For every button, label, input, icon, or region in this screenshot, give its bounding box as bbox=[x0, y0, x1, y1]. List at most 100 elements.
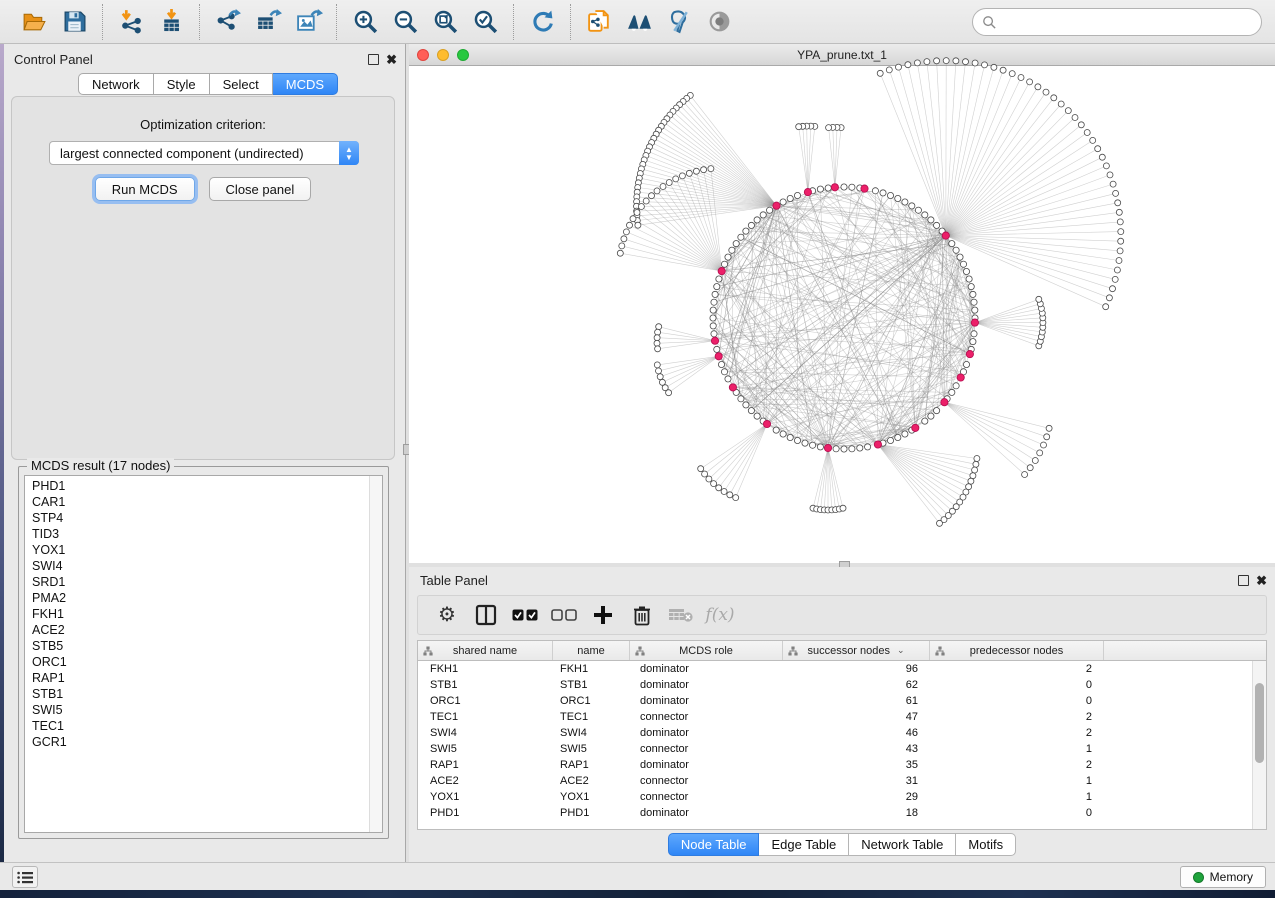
open-button[interactable] bbox=[14, 5, 54, 39]
show-details-icon bbox=[706, 8, 733, 35]
table-settings-gear-button[interactable]: ⚙ bbox=[432, 600, 462, 630]
mcds-node-item[interactable]: GCR1 bbox=[25, 734, 368, 750]
mcds-node-item[interactable]: ORC1 bbox=[25, 654, 368, 670]
table-row[interactable]: FKH1FKH1dominator962 bbox=[418, 661, 1266, 677]
table-cell: YOX1 bbox=[553, 789, 630, 805]
run-mcds-button[interactable]: Run MCDS bbox=[95, 177, 195, 201]
table-row[interactable]: YOX1YOX1connector291 bbox=[418, 789, 1266, 805]
scrollbar-thumb[interactable] bbox=[1255, 683, 1264, 763]
table-row[interactable]: PHD1PHD1dominator180 bbox=[418, 805, 1266, 821]
zoom-fit-button[interactable] bbox=[425, 5, 465, 39]
mcds-node-item[interactable]: YOX1 bbox=[25, 542, 368, 558]
refresh-icon bbox=[529, 8, 556, 35]
task-history-button[interactable] bbox=[12, 866, 38, 888]
add-row-button[interactable] bbox=[588, 600, 618, 630]
column-header-predecessor-nodes[interactable]: predecessor nodes bbox=[930, 641, 1104, 660]
control-panel-title: Control Panel bbox=[14, 52, 93, 67]
table-cell: FKH1 bbox=[418, 661, 553, 677]
network-window-titlebar[interactable]: YPA_prune.txt_1 bbox=[409, 44, 1275, 66]
table-cell: dominator bbox=[630, 757, 783, 773]
mcds-node-item[interactable]: SWI5 bbox=[25, 702, 368, 718]
clear-all-checkboxes-button[interactable] bbox=[549, 600, 579, 630]
mcds-node-item[interactable]: STB5 bbox=[25, 638, 368, 654]
show-columns-button[interactable] bbox=[471, 600, 501, 630]
select-all-checkboxes-button[interactable] bbox=[510, 600, 540, 630]
mcds-node-item[interactable]: FKH1 bbox=[25, 606, 368, 622]
show-columns-icon bbox=[475, 604, 497, 626]
mcds-node-item[interactable]: TEC1 bbox=[25, 718, 368, 734]
table-cell: connector bbox=[630, 709, 783, 725]
tab-select[interactable]: Select bbox=[210, 73, 273, 95]
table-row[interactable]: TEC1TEC1connector472 bbox=[418, 709, 1266, 725]
sort-desc-icon: ⌄ bbox=[897, 645, 905, 656]
tab-edge-table[interactable]: Edge Table bbox=[759, 833, 849, 856]
export-network-button[interactable] bbox=[208, 5, 248, 39]
mcds-node-item[interactable]: STB1 bbox=[25, 686, 368, 702]
show-details-button[interactable] bbox=[699, 5, 739, 39]
table-row[interactable]: ACE2ACE2connector311 bbox=[418, 773, 1266, 789]
zoom-in-button[interactable] bbox=[345, 5, 385, 39]
table-row[interactable]: SWI4SWI4dominator462 bbox=[418, 725, 1266, 741]
tab-style[interactable]: Style bbox=[154, 73, 210, 95]
desktop-wallpaper-strip bbox=[0, 890, 1275, 898]
zoom-out-icon bbox=[392, 8, 419, 35]
export-table-button[interactable] bbox=[248, 5, 288, 39]
mcds-node-item[interactable]: SRD1 bbox=[25, 574, 368, 590]
table-cell: 61 bbox=[783, 693, 930, 709]
mcds-node-item[interactable]: ACE2 bbox=[25, 622, 368, 638]
column-header-MCDS-role[interactable]: MCDS role bbox=[630, 641, 783, 660]
float-panel-icon[interactable] bbox=[1238, 575, 1249, 586]
share-document-button[interactable] bbox=[579, 5, 619, 39]
hide-details-button[interactable] bbox=[659, 5, 699, 39]
zoom-fit-icon bbox=[432, 8, 459, 35]
close-panel-button[interactable]: Close panel bbox=[209, 177, 312, 201]
export-image-button[interactable] bbox=[288, 5, 328, 39]
tab-network-table[interactable]: Network Table bbox=[849, 833, 956, 856]
mcds-node-item[interactable]: TID3 bbox=[25, 526, 368, 542]
save-button[interactable] bbox=[54, 5, 94, 39]
zoom-out-button[interactable] bbox=[385, 5, 425, 39]
search-objects-button[interactable] bbox=[619, 5, 659, 39]
toolbar-group bbox=[199, 4, 336, 40]
control-panel: Control Panel ✖ NetworkStyleSelectMCDS O… bbox=[4, 44, 405, 862]
search-input[interactable] bbox=[1002, 11, 1261, 33]
table-row[interactable]: ORC1ORC1dominator610 bbox=[418, 693, 1266, 709]
table-cell: SWI4 bbox=[418, 725, 553, 741]
mcds-result-list[interactable]: PHD1CAR1STP4TID3YOX1SWI4SRD1PMA2FKH1ACE2… bbox=[24, 475, 383, 833]
table-cell: 1 bbox=[930, 789, 1104, 805]
mcds-node-item[interactable]: STP4 bbox=[25, 510, 368, 526]
table-row[interactable]: RAP1RAP1dominator352 bbox=[418, 757, 1266, 773]
mcds-node-item[interactable]: CAR1 bbox=[25, 494, 368, 510]
mcds-node-item[interactable]: PHD1 bbox=[25, 478, 368, 494]
table-row[interactable]: SWI5SWI5connector431 bbox=[418, 741, 1266, 757]
delete-row-button[interactable] bbox=[627, 600, 657, 630]
table-scrollbar[interactable] bbox=[1252, 661, 1266, 829]
mcds-node-item[interactable]: SWI4 bbox=[25, 558, 368, 574]
search-box[interactable] bbox=[972, 8, 1262, 36]
mcds-node-item[interactable]: RAP1 bbox=[25, 670, 368, 686]
network-canvas[interactable] bbox=[409, 66, 1275, 563]
tab-mcds[interactable]: MCDS bbox=[273, 73, 338, 95]
float-panel-icon[interactable] bbox=[368, 54, 379, 65]
close-panel-icon[interactable]: ✖ bbox=[1256, 575, 1267, 586]
mcds-node-item[interactable]: PMA2 bbox=[25, 590, 368, 606]
export-image-icon bbox=[295, 8, 322, 35]
zoom-selected-button[interactable] bbox=[465, 5, 505, 39]
column-header-shared-name[interactable]: shared name bbox=[418, 641, 553, 660]
criterion-dropdown[interactable]: largest connected component (undirected)… bbox=[49, 141, 359, 165]
table-cell: 1 bbox=[930, 741, 1104, 757]
mcds-list-scrollbar[interactable] bbox=[369, 476, 382, 832]
tab-node-table[interactable]: Node Table bbox=[668, 833, 760, 856]
import-network-button[interactable] bbox=[111, 5, 151, 39]
table-row[interactable]: STB1STB1dominator620 bbox=[418, 677, 1266, 693]
tab-motifs[interactable]: Motifs bbox=[956, 833, 1016, 856]
column-header-name[interactable]: name bbox=[553, 641, 630, 660]
column-header-successor-nodes[interactable]: successor nodes⌄ bbox=[783, 641, 930, 660]
memory-button[interactable]: Memory bbox=[1180, 866, 1266, 888]
close-panel-icon[interactable]: ✖ bbox=[386, 54, 397, 65]
import-table-button[interactable] bbox=[151, 5, 191, 39]
function-builder-icon: f(x) bbox=[705, 605, 734, 625]
table-cell: PHD1 bbox=[418, 805, 553, 821]
tab-network[interactable]: Network bbox=[78, 73, 154, 95]
refresh-button[interactable] bbox=[522, 5, 562, 39]
